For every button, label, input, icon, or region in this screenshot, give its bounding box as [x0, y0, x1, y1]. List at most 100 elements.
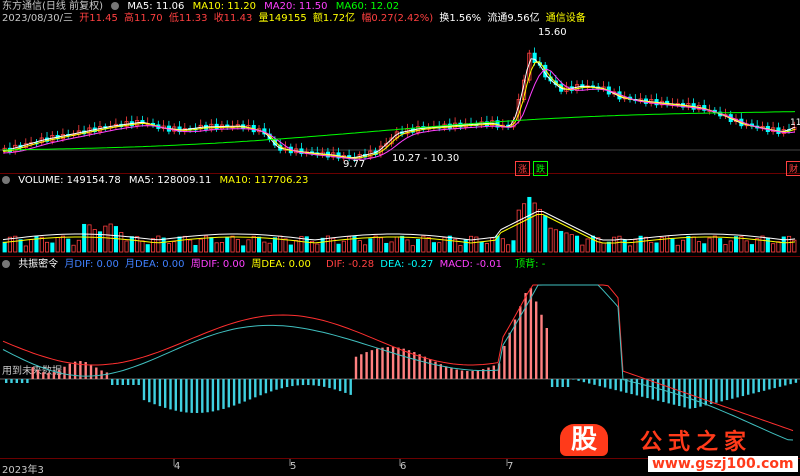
volume-bar	[156, 235, 161, 253]
macd-bar	[556, 379, 559, 387]
volume-bar	[315, 243, 320, 253]
macd-bar	[31, 367, 34, 379]
macd-bar	[275, 379, 278, 390]
kline-chart-canvas[interactable]	[0, 0, 800, 475]
volume-bar	[527, 196, 532, 253]
macd-bar	[137, 379, 140, 385]
watermark-logo: 股	[560, 422, 608, 458]
volume-bar	[559, 230, 564, 253]
volume-bar	[394, 236, 399, 253]
macd-bar	[646, 379, 649, 399]
macd-bar	[105, 372, 109, 379]
volume-bar	[612, 236, 617, 253]
macd-bar	[413, 352, 416, 379]
volume-bar	[283, 238, 288, 253]
macd-bar	[535, 301, 538, 379]
macd-bar	[63, 366, 66, 379]
volume-bar	[511, 240, 516, 253]
macd-bar	[466, 370, 469, 379]
volume-bar	[320, 237, 325, 253]
macd-bar	[609, 379, 612, 389]
volume-bar	[771, 243, 776, 253]
macd-bar	[747, 379, 750, 395]
volume-bar	[45, 241, 50, 253]
macd-bar	[672, 379, 676, 405]
volume-bar	[447, 235, 452, 253]
volume-bar	[119, 232, 124, 253]
macd-bar	[376, 348, 379, 379]
macd-bar	[503, 346, 506, 379]
timeline-label-jun: 6	[400, 461, 407, 472]
macd-bar	[391, 347, 395, 379]
volume-bar	[628, 245, 633, 253]
volume-bar	[235, 239, 240, 253]
volume-bar	[177, 236, 182, 253]
volume-bar	[400, 235, 405, 253]
macd-bar	[492, 365, 495, 379]
macd-bar	[762, 379, 766, 391]
macd-bar	[42, 372, 45, 379]
macd-bar	[222, 379, 225, 409]
macd-bar	[678, 379, 681, 407]
volume-bar	[378, 237, 383, 253]
macd-bar	[238, 379, 241, 404]
macd-bar	[365, 352, 368, 379]
volume-bar	[389, 241, 394, 253]
macd-bar	[126, 379, 130, 385]
volume-bar	[150, 238, 156, 253]
edge-price-label: 11	[790, 118, 800, 128]
volume-bar	[140, 240, 145, 253]
volume-bar	[415, 238, 421, 253]
macd-bar	[752, 379, 755, 394]
volume-bar	[744, 240, 749, 253]
tag-up[interactable]: 涨	[515, 161, 531, 176]
macd-bar	[153, 379, 156, 405]
volume-bar	[209, 237, 214, 253]
volume-bar	[246, 239, 251, 253]
macd-bar	[211, 379, 215, 412]
volume-bar	[553, 229, 558, 253]
volume-bar	[161, 237, 166, 253]
macd-bar	[26, 379, 29, 383]
timeline-label-apr: 4	[174, 461, 181, 472]
macd-bar	[508, 332, 511, 379]
macd-bar	[778, 379, 782, 387]
macd-bar	[15, 379, 18, 383]
macd-bar	[402, 348, 405, 379]
macd-bar	[317, 379, 321, 386]
macd-bar	[423, 356, 427, 379]
volume-bar	[251, 235, 256, 253]
volume-bar	[336, 243, 341, 253]
macd-bar	[201, 379, 204, 413]
tag-finance[interactable]: 财	[786, 161, 800, 176]
macd-bar	[248, 379, 252, 400]
volume-bar	[262, 241, 267, 253]
volume-bar	[198, 238, 203, 253]
volume-bar	[166, 243, 172, 253]
macd-bar	[773, 379, 776, 389]
volume-bar	[712, 235, 717, 253]
volume-bar	[193, 244, 198, 253]
volume-bar	[601, 242, 606, 253]
volume-bar	[368, 238, 373, 253]
macd-bar	[741, 379, 745, 397]
macd-bar	[291, 379, 294, 387]
volume-bar	[278, 235, 283, 253]
macd-bar	[10, 379, 13, 383]
macd-bar	[338, 379, 342, 392]
volume-bar	[241, 245, 246, 253]
macd-bar	[307, 379, 310, 386]
volume-bar	[82, 223, 87, 253]
macd-bar	[174, 379, 177, 411]
volume-bar	[506, 244, 511, 253]
tag-down[interactable]: 跌	[533, 161, 549, 176]
volume-bar	[29, 239, 34, 253]
macd-bar	[566, 379, 570, 387]
volume-ma-lines	[2, 211, 796, 244]
volume-bar	[2, 241, 7, 253]
volume-bar	[384, 242, 389, 253]
volume-bar	[410, 245, 415, 253]
volume-bar	[522, 203, 527, 253]
macd-bar	[296, 379, 299, 386]
volume-bar	[532, 202, 537, 253]
